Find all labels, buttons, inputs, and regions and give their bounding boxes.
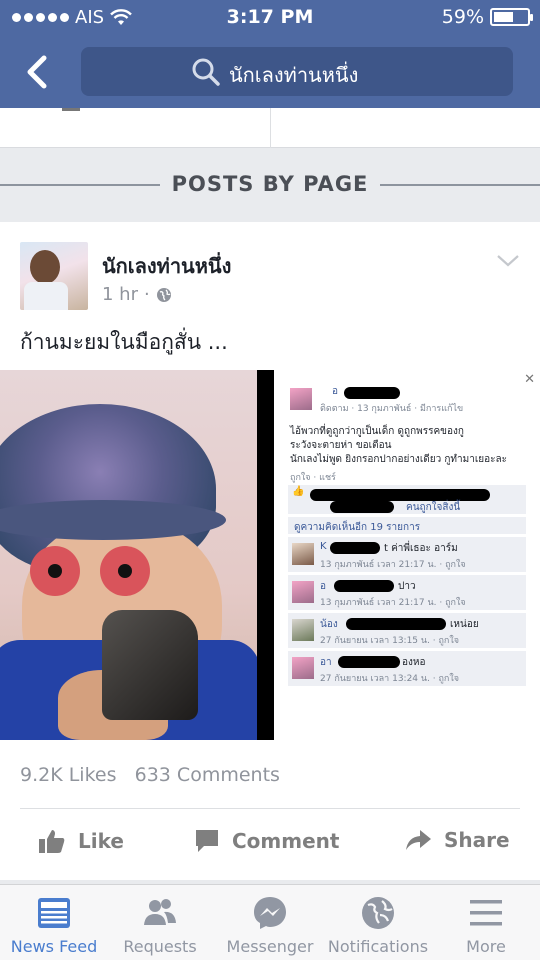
censor-dot-left — [30, 546, 80, 596]
redaction — [344, 387, 400, 399]
thumbs-up-icon — [39, 830, 65, 853]
search-bar[interactable]: นักเลงท่านหนึ่ง — [81, 47, 513, 96]
ss-body-line-2: ระวังจะตายห่า ขอเตือน — [290, 440, 392, 451]
comment-label: Comment — [232, 829, 340, 853]
ss-comment: น้อง เหน่อย 27 กันยายน เวลา 13:15 น. · ถ… — [288, 612, 526, 648]
redaction — [330, 501, 394, 513]
menu-icon — [470, 900, 502, 926]
section-header: POSTS BY PAGE — [0, 160, 540, 210]
post-card: นักเลงท่านหนึ่ง 1 hr · ก้านมะยมในมือกูสั… — [0, 222, 540, 880]
ss-comment: K t ค่าพี่เธอะ อาร์ม 13 กุมภาพันธ์ เวลา … — [288, 536, 526, 572]
ss-more-comments-box: ดูความคิดเห็นอีก 19 รายการ — [288, 516, 526, 534]
battery-percent: 59% — [441, 6, 484, 28]
actions-divider — [20, 808, 520, 809]
ss-author-initial: อ — [332, 386, 339, 397]
ss-like-line: คนถูกใจสิ่งนี้ — [406, 502, 461, 513]
reaction-counts[interactable]: 9.2K Likes 633 Comments — [20, 764, 280, 786]
tab-notifications[interactable]: Notifications — [324, 885, 432, 960]
post-meta: 1 hr · — [102, 284, 172, 305]
back-arrow-icon[interactable] — [20, 52, 56, 92]
strip-marker — [62, 108, 80, 111]
meta-separator: · — [143, 284, 150, 305]
ss-actions: ถูกใจ · แชร์ — [290, 473, 336, 483]
likes-count[interactable]: 9.2K Likes — [20, 764, 117, 786]
censor-dot-right — [100, 546, 150, 596]
share-button[interactable]: Share — [404, 828, 510, 852]
globe-icon — [362, 897, 394, 929]
tab-requests[interactable]: Requests — [106, 885, 214, 960]
tab-label: More — [466, 937, 506, 956]
tab-label: Notifications — [327, 937, 429, 956]
battery-group: 59% — [441, 6, 533, 28]
ss-comment: อา องหอ 27 กันยายน เวลา 13:24 น. · ถูกใจ — [288, 650, 526, 686]
ss-like-box: 👍 คนถูกใจสิ่งนี้ — [288, 484, 526, 514]
close-icon: ✕ — [524, 372, 535, 387]
redaction — [346, 618, 446, 630]
search-query: นักเลงท่านหนึ่ง — [229, 63, 359, 87]
embedded-screenshot: ✕ อ ติดตาม · 13 กุมภาพันธ์ · มีการแก้ไข … — [274, 370, 540, 740]
toy-gun — [102, 610, 198, 720]
page-name[interactable]: นักเลงท่านหนึ่ง — [102, 250, 231, 282]
comments-count[interactable]: 633 Comments — [135, 764, 280, 786]
tab-more[interactable]: More — [432, 885, 540, 960]
redaction — [310, 489, 490, 501]
messenger-icon — [254, 897, 286, 929]
like-button[interactable]: Like — [38, 828, 124, 854]
share-label: Share — [444, 828, 510, 852]
tab-label: Messenger — [226, 937, 314, 956]
redaction — [330, 542, 380, 554]
page-avatar[interactable] — [20, 242, 88, 310]
comment-button[interactable]: Comment — [194, 828, 339, 854]
ss-header-meta: ติดตาม · 13 กุมภาพันธ์ · มีการแก้ไข — [320, 404, 464, 414]
ss-body-line-1: ไอ้พวกที่ดูถูกว่ากูเป็นเด็ก ดูถูกพรรคของ… — [290, 426, 464, 437]
section-title: POSTS BY PAGE — [171, 172, 369, 196]
tab-messenger[interactable]: Messenger — [216, 885, 324, 960]
ss-avatar — [290, 388, 312, 410]
search-icon — [192, 58, 220, 86]
post-photo[interactable]: ✕ อ ติดตาม · 13 กุมภาพันธ์ · มีการแก้ไข … — [0, 370, 540, 740]
battery-icon — [490, 8, 533, 26]
previous-result-strip — [0, 108, 540, 148]
chevron-down-icon[interactable] — [496, 254, 520, 268]
post-time: 1 hr — [102, 284, 138, 305]
ss-more-comments: ดูความคิดเห็นอีก 19 รายการ — [294, 522, 421, 533]
redaction — [334, 580, 394, 592]
globe-privacy-icon — [156, 287, 171, 302]
strip-divider — [270, 108, 271, 148]
news-feed-icon — [38, 898, 70, 928]
redaction — [338, 656, 400, 668]
status-bar: AIS 3:17 PM 59% — [0, 0, 540, 36]
ss-comment: อ ปาว 13 กุมภาพันธ์ เวลา 21:17 น. · ถูกใ… — [288, 574, 526, 610]
tab-label: Requests — [123, 937, 197, 956]
child-photo — [0, 370, 257, 740]
app-header: AIS 3:17 PM 59% นักเลงท่านหนึ่ง — [0, 0, 540, 108]
like-label: Like — [78, 829, 124, 853]
tab-news-feed[interactable]: News Feed — [0, 885, 108, 960]
tab-label: News Feed — [10, 937, 98, 956]
comment-bubble-icon — [196, 830, 218, 852]
friend-requests-icon — [144, 899, 176, 925]
bottom-tab-bar: News Feed Requests Messenger Notificatio… — [0, 884, 540, 960]
post-text: ก้านมะยมในมือกูสั่น ... — [20, 330, 228, 354]
share-arrow-icon — [406, 830, 431, 850]
post-actions: Like Comment Share — [0, 822, 540, 862]
ss-body-line-3: นักเลงไม่พูด ยิงกรอกปากอย่างเดียว กูทำมา… — [290, 454, 508, 465]
